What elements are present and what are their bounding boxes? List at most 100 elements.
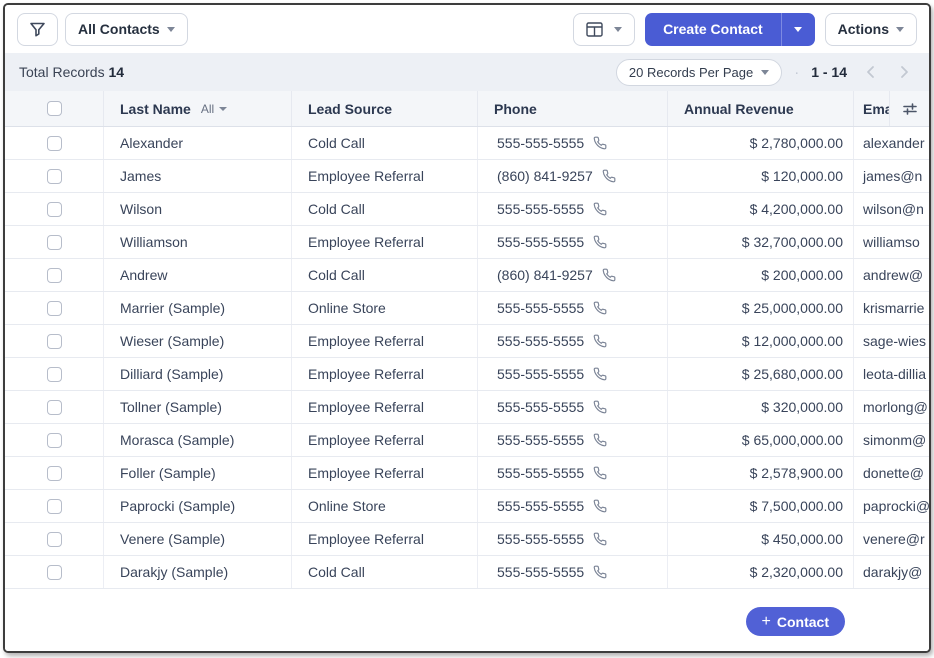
cell-phone: 555-555-5555 <box>477 523 667 555</box>
select-all-checkbox[interactable] <box>46 101 62 116</box>
row-checkbox[interactable] <box>46 432 62 448</box>
table-row[interactable]: Venere (Sample) Employee Referral 555-55… <box>5 523 929 556</box>
phone-icon[interactable] <box>593 136 607 150</box>
table-row[interactable]: Wilson Cold Call 555-555-5555 $ 4,200,00… <box>5 193 929 226</box>
add-contact-button[interactable]: + Contact <box>745 607 845 636</box>
row-checkbox[interactable] <box>46 135 62 151</box>
cell-phone: 555-555-5555 <box>477 490 667 522</box>
row-checkbox[interactable] <box>46 366 62 382</box>
create-contact-button[interactable]: Create Contact <box>645 12 781 46</box>
cell-last-name[interactable]: Dilliard (Sample) <box>103 358 291 390</box>
phone-icon[interactable] <box>593 400 607 414</box>
cell-annual-revenue: $ 2,578,900.00 <box>667 457 853 489</box>
cell-email[interactable]: leota-dillia <box>853 358 929 390</box>
phone-icon[interactable] <box>602 268 616 282</box>
last-name-filter-dropdown[interactable]: All <box>201 102 228 116</box>
phone-icon[interactable] <box>593 202 607 216</box>
view-selector-dropdown[interactable]: All Contacts <box>65 12 188 46</box>
cell-last-name[interactable]: James <box>103 160 291 192</box>
phone-icon[interactable] <box>593 235 607 249</box>
table-row[interactable]: Andrew Cold Call (860) 841-9257 $ 200,00… <box>5 259 929 292</box>
cell-last-name[interactable]: Alexander <box>103 127 291 159</box>
phone-icon[interactable] <box>593 565 607 579</box>
table-row[interactable]: Alexander Cold Call 555-555-5555 $ 2,780… <box>5 127 929 160</box>
cell-last-name[interactable]: Tollner (Sample) <box>103 391 291 423</box>
cell-last-name[interactable]: Paprocki (Sample) <box>103 490 291 522</box>
cell-last-name[interactable]: Wilson <box>103 193 291 225</box>
table-row[interactable]: Paprocki (Sample) Online Store 555-555-5… <box>5 490 929 523</box>
cell-last-name[interactable]: Williamson <box>103 226 291 258</box>
cell-email[interactable]: james@n <box>853 160 929 192</box>
cell-email[interactable]: morlong@ <box>853 391 929 423</box>
table-row[interactable]: Morasca (Sample) Employee Referral 555-5… <box>5 424 929 457</box>
cell-lead-source: Cold Call <box>291 259 477 291</box>
table-row[interactable]: Tollner (Sample) Employee Referral 555-5… <box>5 391 929 424</box>
row-checkbox[interactable] <box>46 564 62 580</box>
cell-email[interactable]: alexander <box>853 127 929 159</box>
column-header-annual-revenue[interactable]: Annual Revenue <box>667 91 853 126</box>
cell-email[interactable]: darakjy@ <box>853 556 929 588</box>
cell-last-name[interactable]: Venere (Sample) <box>103 523 291 555</box>
toolbar: All Contacts Create Contact Actions <box>5 5 929 53</box>
layout-selector-button[interactable] <box>573 12 636 46</box>
cell-annual-revenue: $ 12,000,000.00 <box>667 325 853 357</box>
cell-last-name[interactable]: Wieser (Sample) <box>103 325 291 357</box>
cell-lead-source: Cold Call <box>291 193 477 225</box>
row-checkbox[interactable] <box>46 498 62 514</box>
phone-icon[interactable] <box>593 301 607 315</box>
table-row[interactable]: Williamson Employee Referral 555-555-555… <box>5 226 929 259</box>
cell-email[interactable]: wilson@n <box>853 193 929 225</box>
table-row[interactable]: Darakjy (Sample) Cold Call 555-555-5555 … <box>5 556 929 589</box>
table-row[interactable]: Foller (Sample) Employee Referral 555-55… <box>5 457 929 490</box>
column-header-last-name[interactable]: Last Name All <box>103 91 291 126</box>
cell-last-name[interactable]: Marrier (Sample) <box>103 292 291 324</box>
column-header-phone[interactable]: Phone <box>477 91 667 126</box>
cell-email[interactable]: venere@r <box>853 523 929 555</box>
records-per-page-dropdown[interactable]: 20 Records Per Page <box>615 58 783 86</box>
table-row[interactable]: Wieser (Sample) Employee Referral 555-55… <box>5 325 929 358</box>
row-checkbox[interactable] <box>46 531 62 547</box>
phone-icon[interactable] <box>593 433 607 447</box>
filter-button[interactable] <box>17 12 58 46</box>
create-contact-dropdown[interactable] <box>780 12 815 46</box>
row-checkbox[interactable] <box>46 201 62 217</box>
next-page-button[interactable] <box>893 61 915 83</box>
row-checkbox[interactable] <box>46 399 62 415</box>
cell-email[interactable]: paprocki@ <box>853 490 929 522</box>
cell-annual-revenue: $ 25,680,000.00 <box>667 358 853 390</box>
table-row[interactable]: Dilliard (Sample) Employee Referral 555-… <box>5 358 929 391</box>
row-checkbox[interactable] <box>46 333 62 349</box>
column-settings-button[interactable] <box>889 91 929 126</box>
phone-icon[interactable] <box>593 367 607 381</box>
cell-phone: 555-555-5555 <box>477 127 667 159</box>
cell-email[interactable]: simonm@ <box>853 424 929 456</box>
phone-icon[interactable] <box>593 532 607 546</box>
cell-email[interactable]: andrew@ <box>853 259 929 291</box>
phone-icon[interactable] <box>593 334 607 348</box>
cell-last-name[interactable]: Darakjy (Sample) <box>103 556 291 588</box>
cell-lead-source: Employee Referral <box>291 523 477 555</box>
column-header-email[interactable]: Ema <box>853 91 889 126</box>
column-header-lead-source[interactable]: Lead Source <box>291 91 477 126</box>
phone-icon[interactable] <box>602 169 616 183</box>
cell-last-name[interactable]: Morasca (Sample) <box>103 424 291 456</box>
table-row[interactable]: James Employee Referral (860) 841-9257 $… <box>5 160 929 193</box>
cell-email[interactable]: donette@ <box>853 457 929 489</box>
row-checkbox[interactable] <box>46 267 62 283</box>
cell-email[interactable]: sage-wies <box>853 325 929 357</box>
cell-email[interactable]: krismarrie <box>853 292 929 324</box>
cell-last-name[interactable]: Foller (Sample) <box>103 457 291 489</box>
cell-email[interactable]: williamso <box>853 226 929 258</box>
row-checkbox[interactable] <box>46 300 62 316</box>
actions-dropdown[interactable]: Actions <box>824 12 917 46</box>
phone-icon[interactable] <box>593 499 607 513</box>
previous-page-button[interactable] <box>859 61 881 83</box>
cell-last-name[interactable]: Andrew <box>103 259 291 291</box>
row-checkbox[interactable] <box>46 465 62 481</box>
table-row[interactable]: Marrier (Sample) Online Store 555-555-55… <box>5 292 929 325</box>
row-checkbox[interactable] <box>46 168 62 184</box>
phone-icon[interactable] <box>593 466 607 480</box>
row-checkbox[interactable] <box>46 234 62 250</box>
total-records: Total Records 14 <box>19 64 124 80</box>
cell-phone: 555-555-5555 <box>477 424 667 456</box>
